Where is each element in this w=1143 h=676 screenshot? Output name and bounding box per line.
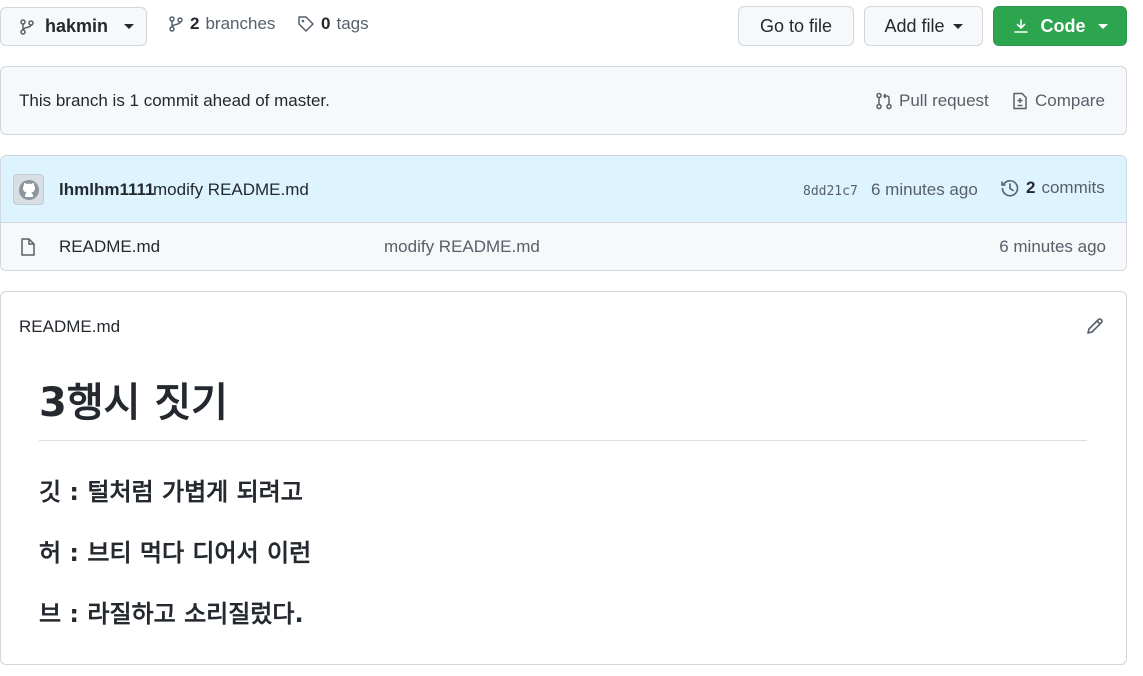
commits-history-link[interactable]: 2 commits xyxy=(1000,178,1105,198)
file-name[interactable]: README.md xyxy=(59,237,160,257)
tags-count: 0 xyxy=(321,14,331,33)
branches-link[interactable]: 2 branches xyxy=(168,14,275,34)
tag-icon xyxy=(297,15,315,33)
compare-link[interactable]: Compare xyxy=(1011,91,1105,111)
file-row: README.md modify README.md 6 minutes ago xyxy=(1,223,1126,270)
file-commit-message[interactable]: modify README.md xyxy=(384,237,540,257)
tags-label: tags xyxy=(336,14,369,33)
latest-commit-row: lhmlhm1111 modify README.md 8dd21c7 6 mi… xyxy=(1,156,1126,223)
readme-panel: README.md 3행시 짓기 깃 : 털처럼 가볍게 되려고 허 : 브티 … xyxy=(0,291,1127,665)
pencil-icon[interactable] xyxy=(1085,316,1105,336)
download-icon xyxy=(1013,18,1029,34)
commits-count: 2 xyxy=(1026,178,1036,197)
add-file-button[interactable]: Add file xyxy=(864,6,983,46)
branch-name: hakmin xyxy=(45,16,109,36)
chevron-down-icon xyxy=(1097,23,1108,29)
chevron-down-icon xyxy=(124,24,135,29)
add-file-label: Add file xyxy=(884,15,945,36)
go-to-file-label: Go to file xyxy=(759,15,833,36)
readme-line: 허 : 브티 먹다 디어서 이런 xyxy=(39,539,312,567)
readme-title: README.md xyxy=(19,317,121,336)
code-button[interactable]: Code xyxy=(993,6,1127,46)
git-branch-icon xyxy=(19,18,35,35)
pull-request-link[interactable]: Pull request xyxy=(875,91,989,111)
file-icon xyxy=(20,238,36,256)
branches-label: branches xyxy=(205,14,276,33)
commits-label: commits xyxy=(1041,178,1105,197)
repo-toolbar: hakmin 2 branches 0 tags Go to file Add … xyxy=(0,0,1143,52)
branch-ahead-banner: This branch is 1 commit ahead of master.… xyxy=(0,66,1127,135)
divider xyxy=(39,440,1087,441)
avatar[interactable] xyxy=(13,174,44,205)
readme-heading: 3행시 짓기 xyxy=(39,380,228,426)
git-branch-icon xyxy=(168,16,184,32)
tags-link[interactable]: 0 tags xyxy=(297,14,369,34)
file-diff-icon xyxy=(1011,92,1029,110)
commit-time: 6 minutes ago xyxy=(871,180,978,199)
branch-ahead-text: This branch is 1 commit ahead of master. xyxy=(19,91,330,110)
branch-select-button[interactable]: hakmin xyxy=(0,7,147,46)
chevron-down-icon xyxy=(952,23,963,29)
go-to-file-button[interactable]: Go to file xyxy=(738,6,854,46)
readme-line: 브 : 라질하고 소리질렀다. xyxy=(39,600,304,628)
compare-label: Compare xyxy=(1035,91,1105,110)
commit-author[interactable]: lhmlhm1111 xyxy=(59,180,154,200)
readme-line: 깃 : 털처럼 가볍게 되려고 xyxy=(39,478,303,506)
commit-message[interactable]: modify README.md xyxy=(153,180,309,200)
history-icon xyxy=(1000,178,1020,198)
commit-sha[interactable]: 8dd21c7 xyxy=(803,184,858,199)
pull-request-label: Pull request xyxy=(899,91,989,110)
file-commit-time: 6 minutes ago xyxy=(999,237,1106,256)
pull-request-icon xyxy=(875,92,893,110)
code-label: Code xyxy=(1040,15,1086,36)
branches-count: 2 xyxy=(190,14,200,33)
file-listing: lhmlhm1111 modify README.md 8dd21c7 6 mi… xyxy=(0,155,1127,271)
